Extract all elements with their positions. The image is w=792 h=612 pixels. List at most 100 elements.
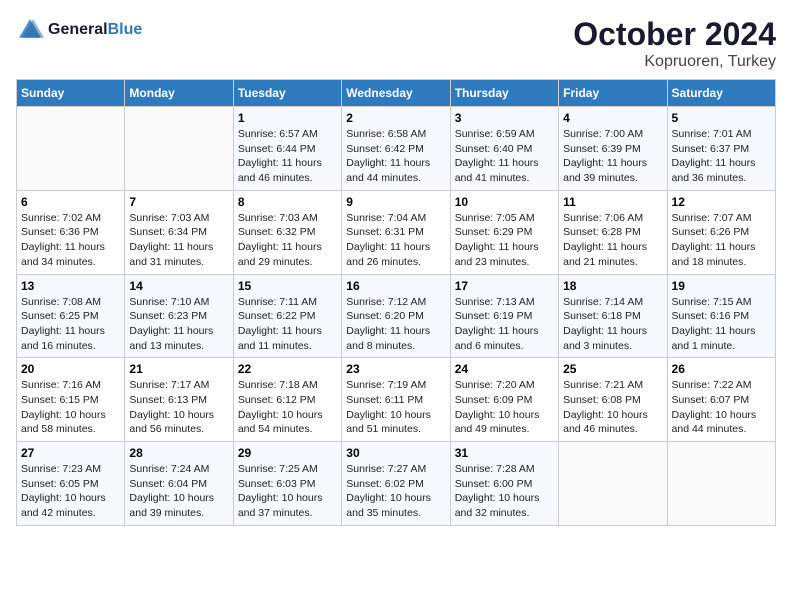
- day-number: 7: [129, 195, 228, 209]
- header-day-monday: Monday: [125, 80, 233, 107]
- day-content: Sunrise: 7:25 AM Sunset: 6:03 PM Dayligh…: [238, 462, 337, 521]
- calendar-cell: 12 Sunrise: 7:07 AM Sunset: 6:26 PM Dayli…: [667, 190, 775, 274]
- day-number: 17: [455, 279, 554, 293]
- day-number: 14: [129, 279, 228, 293]
- calendar-cell: 10 Sunrise: 7:05 AM Sunset: 6:29 PM Dayli…: [450, 190, 558, 274]
- day-content: Sunrise: 7:14 AM Sunset: 6:18 PM Dayligh…: [563, 295, 662, 354]
- day-number: 5: [672, 111, 771, 125]
- calendar-table: SundayMondayTuesdayWednesdayThursdayFrid…: [16, 79, 776, 526]
- day-content: Sunrise: 7:08 AM Sunset: 6:25 PM Dayligh…: [21, 295, 120, 354]
- day-content: Sunrise: 7:10 AM Sunset: 6:23 PM Dayligh…: [129, 295, 228, 354]
- day-number: 18: [563, 279, 662, 293]
- location-title: Kopruoren, Turkey: [573, 53, 776, 71]
- calendar-cell: 21Sunrise: 7:17 AM Sunset: 6:13 PM Dayli…: [125, 358, 233, 442]
- header-row: SundayMondayTuesdayWednesdayThursdayFrid…: [17, 80, 776, 107]
- day-number: 15: [238, 279, 337, 293]
- calendar-cell: 5 Sunrise: 7:01 AM Sunset: 6:37 PM Daylig…: [667, 107, 775, 191]
- header-day-tuesday: Tuesday: [233, 80, 341, 107]
- day-number: 30: [346, 446, 445, 460]
- day-content: Sunrise: 7:22 AM Sunset: 6:07 PM Dayligh…: [672, 378, 771, 437]
- logo-text: GeneralBlue: [48, 21, 142, 39]
- calendar-cell: 1Sunrise: 6:57 AM Sunset: 6:44 PM Daylig…: [233, 107, 341, 191]
- day-number: 6: [21, 195, 120, 209]
- day-content: Sunrise: 7:11 AM Sunset: 6:22 PM Dayligh…: [238, 295, 337, 354]
- day-content: Sunrise: 7:16 AM Sunset: 6:15 PM Dayligh…: [21, 378, 120, 437]
- day-content: Sunrise: 6:57 AM Sunset: 6:44 PM Dayligh…: [238, 127, 337, 186]
- calendar-cell: 19Sunrise: 7:15 AM Sunset: 6:16 PM Dayli…: [667, 274, 775, 358]
- day-content: Sunrise: 7:27 AM Sunset: 6:02 PM Dayligh…: [346, 462, 445, 521]
- day-number: 13: [21, 279, 120, 293]
- calendar-cell: 11 Sunrise: 7:06 AM Sunset: 6:28 PM Dayli…: [559, 190, 667, 274]
- day-content: Sunrise: 7:07 AM Sunset: 6:26 PM Dayligh…: [672, 211, 771, 270]
- day-number: 25: [563, 362, 662, 376]
- day-number: 27: [21, 446, 120, 460]
- day-content: Sunrise: 7:02 AM Sunset: 6:36 PM Dayligh…: [21, 211, 120, 270]
- day-number: 16: [346, 279, 445, 293]
- day-number: 19: [672, 279, 771, 293]
- calendar-cell: [559, 442, 667, 526]
- calendar-cell: [125, 107, 233, 191]
- day-number: 20: [21, 362, 120, 376]
- calendar-cell: [667, 442, 775, 526]
- calendar-cell: 2Sunrise: 6:58 AM Sunset: 6:42 PM Daylig…: [342, 107, 450, 191]
- calendar-cell: 31Sunrise: 7:28 AM Sunset: 6:00 PM Dayli…: [450, 442, 558, 526]
- day-content: Sunrise: 7:21 AM Sunset: 6:08 PM Dayligh…: [563, 378, 662, 437]
- calendar-cell: 18 Sunrise: 7:14 AM Sunset: 6:18 PM Dayli…: [559, 274, 667, 358]
- month-title: October 2024: [573, 16, 776, 53]
- day-content: Sunrise: 7:28 AM Sunset: 6:00 PM Dayligh…: [455, 462, 554, 521]
- day-content: Sunrise: 7:13 AM Sunset: 6:19 PM Dayligh…: [455, 295, 554, 354]
- day-number: 21: [129, 362, 228, 376]
- day-content: Sunrise: 7:20 AM Sunset: 6:09 PM Dayligh…: [455, 378, 554, 437]
- day-number: 26: [672, 362, 771, 376]
- calendar-cell: 7 Sunrise: 7:03 AM Sunset: 6:34 PM Daylig…: [125, 190, 233, 274]
- calendar-cell: 4 Sunrise: 7:00 AM Sunset: 6:39 PM Daylig…: [559, 107, 667, 191]
- calendar-cell: 8 Sunrise: 7:03 AM Sunset: 6:32 PM Daylig…: [233, 190, 341, 274]
- day-number: 24: [455, 362, 554, 376]
- day-number: 12: [672, 195, 771, 209]
- day-number: 23: [346, 362, 445, 376]
- calendar-cell: 30 Sunrise: 7:27 AM Sunset: 6:02 PM Dayli…: [342, 442, 450, 526]
- header-day-wednesday: Wednesday: [342, 80, 450, 107]
- calendar-cell: 3Sunrise: 6:59 AM Sunset: 6:40 PM Daylig…: [450, 107, 558, 191]
- calendar-cell: 28 Sunrise: 7:24 AM Sunset: 6:04 PM Dayli…: [125, 442, 233, 526]
- week-row-5: 27 Sunrise: 7:23 AM Sunset: 6:05 PM Dayli…: [17, 442, 776, 526]
- calendar-cell: 27 Sunrise: 7:23 AM Sunset: 6:05 PM Dayli…: [17, 442, 125, 526]
- week-row-2: 6 Sunrise: 7:02 AM Sunset: 6:36 PM Daylig…: [17, 190, 776, 274]
- day-number: 28: [129, 446, 228, 460]
- day-content: Sunrise: 7:03 AM Sunset: 6:32 PM Dayligh…: [238, 211, 337, 270]
- day-number: 10: [455, 195, 554, 209]
- day-content: Sunrise: 7:01 AM Sunset: 6:37 PM Dayligh…: [672, 127, 771, 186]
- day-content: Sunrise: 7:06 AM Sunset: 6:28 PM Dayligh…: [563, 211, 662, 270]
- day-content: Sunrise: 6:59 AM Sunset: 6:40 PM Dayligh…: [455, 127, 554, 186]
- day-number: 29: [238, 446, 337, 460]
- day-number: 9: [346, 195, 445, 209]
- calendar-cell: 15 Sunrise: 7:11 AM Sunset: 6:22 PM Dayli…: [233, 274, 341, 358]
- calendar-cell: 16 Sunrise: 7:12 AM Sunset: 6:20 PM Dayli…: [342, 274, 450, 358]
- day-number: 2: [346, 111, 445, 125]
- day-content: Sunrise: 7:23 AM Sunset: 6:05 PM Dayligh…: [21, 462, 120, 521]
- day-content: Sunrise: 7:03 AM Sunset: 6:34 PM Dayligh…: [129, 211, 228, 270]
- day-number: 22: [238, 362, 337, 376]
- day-number: 8: [238, 195, 337, 209]
- calendar-cell: 20 Sunrise: 7:16 AM Sunset: 6:15 PM Dayli…: [17, 358, 125, 442]
- day-content: Sunrise: 7:05 AM Sunset: 6:29 PM Dayligh…: [455, 211, 554, 270]
- day-content: Sunrise: 7:12 AM Sunset: 6:20 PM Dayligh…: [346, 295, 445, 354]
- day-content: Sunrise: 7:00 AM Sunset: 6:39 PM Dayligh…: [563, 127, 662, 186]
- header: GeneralBlue October 2024 Kopruoren, Turk…: [16, 16, 776, 71]
- day-number: 4: [563, 111, 662, 125]
- week-row-3: 13 Sunrise: 7:08 AM Sunset: 6:25 PM Dayli…: [17, 274, 776, 358]
- header-day-thursday: Thursday: [450, 80, 558, 107]
- header-day-friday: Friday: [559, 80, 667, 107]
- calendar-cell: 9Sunrise: 7:04 AM Sunset: 6:31 PM Daylig…: [342, 190, 450, 274]
- day-content: Sunrise: 7:19 AM Sunset: 6:11 PM Dayligh…: [346, 378, 445, 437]
- calendar-cell: 14 Sunrise: 7:10 AM Sunset: 6:23 PM Dayli…: [125, 274, 233, 358]
- title-area: October 2024 Kopruoren, Turkey: [573, 16, 776, 71]
- calendar-cell: 26 Sunrise: 7:22 AM Sunset: 6:07 PM Dayli…: [667, 358, 775, 442]
- calendar-cell: 6 Sunrise: 7:02 AM Sunset: 6:36 PM Daylig…: [17, 190, 125, 274]
- day-content: Sunrise: 7:18 AM Sunset: 6:12 PM Dayligh…: [238, 378, 337, 437]
- calendar-cell: 23 Sunrise: 7:19 AM Sunset: 6:11 PM Dayli…: [342, 358, 450, 442]
- day-number: 11: [563, 195, 662, 209]
- day-content: Sunrise: 7:24 AM Sunset: 6:04 PM Dayligh…: [129, 462, 228, 521]
- week-row-1: 1Sunrise: 6:57 AM Sunset: 6:44 PM Daylig…: [17, 107, 776, 191]
- logo: GeneralBlue: [16, 16, 142, 44]
